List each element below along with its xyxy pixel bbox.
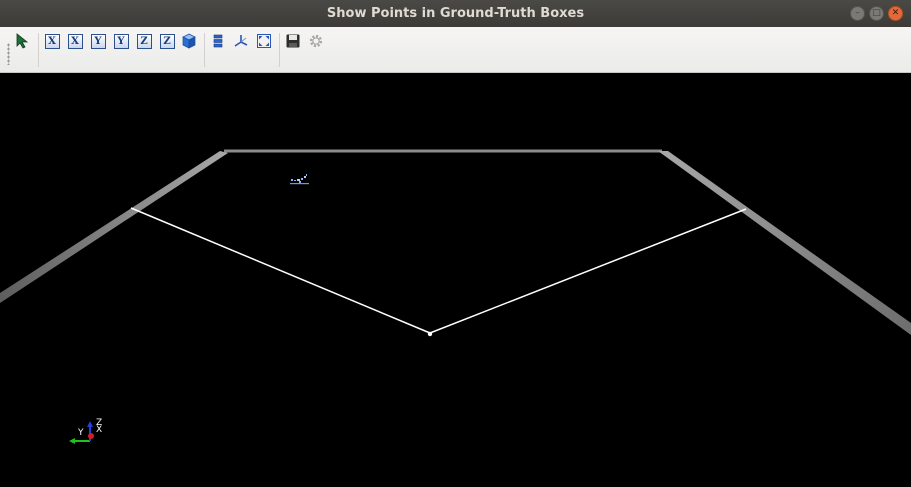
title-bar: Show Points in Ground-Truth Boxes – □ ✕ [0,0,911,27]
point-cluster [290,174,309,185]
view-y-back-button[interactable]: Y [112,32,130,50]
origin-point [427,331,433,337]
axis-view-icon: Y [90,33,106,49]
close-icon: ✕ [891,8,900,18]
ground-plane-left-edge [0,151,228,303]
interact-tool-button[interactable] [14,32,32,50]
axes-icon [234,35,248,47]
fit-view-button[interactable] [255,32,273,50]
view-z-back-button[interactable]: Z [158,32,176,50]
toolbar-separator [204,33,205,67]
axis-view-icon: Z [136,33,152,49]
view-z-front-button[interactable]: Z [135,32,153,50]
toolbar-grip[interactable] [7,43,10,65]
view-x-front-button[interactable]: X [43,32,61,50]
axis-view-icon: Z [159,33,175,49]
toolbar-separator [279,33,280,67]
box-edge-left [130,207,431,334]
3d-viewport[interactable]: Z X Y [0,73,911,483]
toolbar-separator [38,33,39,67]
axes-button[interactable] [232,32,250,50]
minimize-button[interactable]: – [850,6,865,21]
axis-view-icon: Y [113,33,129,49]
fit-view-icon [257,34,271,48]
close-button[interactable]: ✕ [888,6,903,21]
view-y-front-button[interactable]: Y [89,32,107,50]
cube-icon [182,33,196,49]
axis-y-label: Y [77,428,84,438]
scene-canvas[interactable]: Z X Y [0,73,911,483]
layers-icon [213,34,223,48]
settings-button[interactable] [307,32,325,50]
window-controls: – □ ✕ [850,6,903,21]
axis-x-label: X [96,425,102,435]
axis-view-icon: X [44,33,60,49]
gear-icon [309,34,323,48]
box-edge-right [429,208,747,334]
save-icon [286,34,300,48]
ground-plane-right-edge [658,151,911,335]
layers-button[interactable] [209,32,227,50]
view-x-back-button[interactable]: X [66,32,84,50]
maximize-button[interactable]: □ [869,6,884,21]
pointer-arrow-icon [16,33,29,49]
axis-view-icon: X [67,33,83,49]
save-button[interactable] [284,32,302,50]
maximize-icon: □ [872,8,881,18]
isometric-view-button[interactable] [180,32,198,50]
window-title: Show Points in Ground-Truth Boxes [326,6,585,21]
minimize-icon: – [855,8,860,18]
toolbar: X X Y Y Z Z [0,27,911,73]
axes-triad: Z X Y [69,418,102,444]
